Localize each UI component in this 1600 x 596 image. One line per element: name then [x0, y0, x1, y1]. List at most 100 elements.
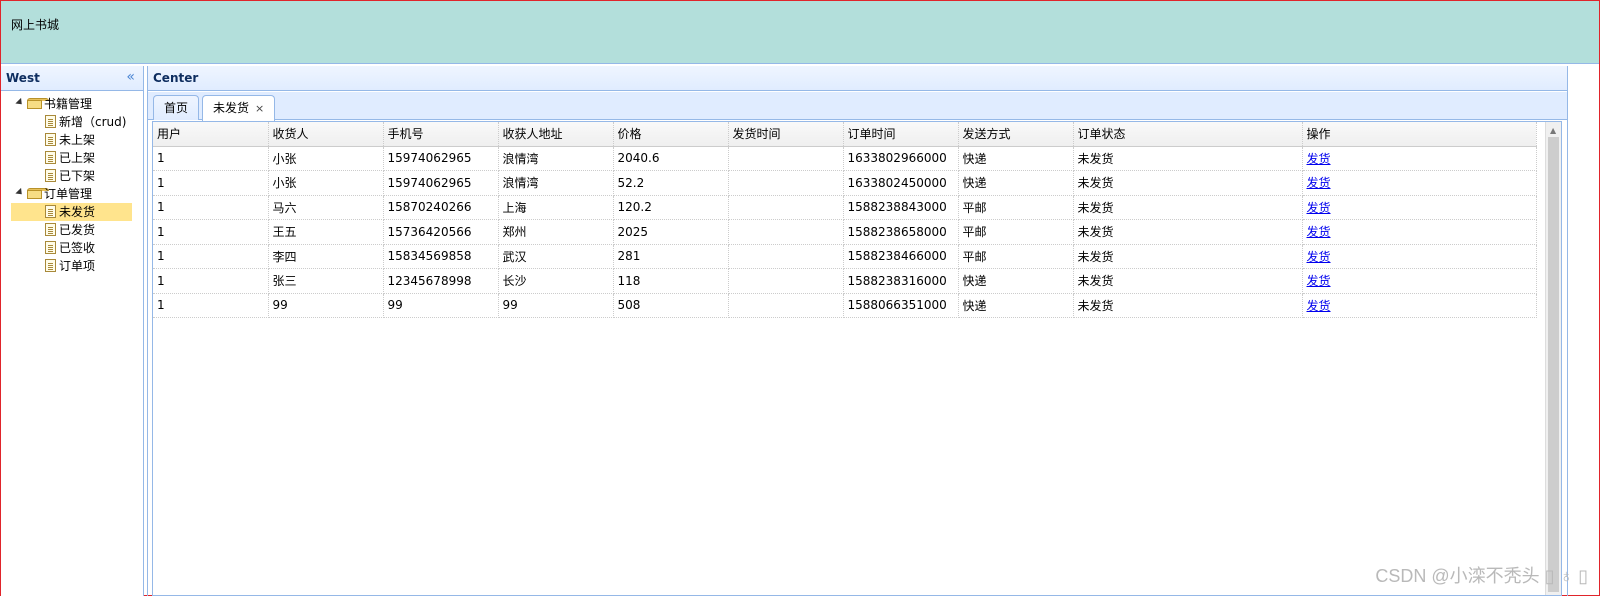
close-icon[interactable]: ×	[255, 102, 264, 115]
table-cell: 1	[153, 170, 269, 196]
table-row[interactable]: 1 99 99 99 508 1588066351000 快递 未发货 发货	[153, 293, 1537, 318]
tree-leaf-delisted[interactable]: 已下架	[1, 167, 143, 185]
column-header[interactable]: 订单时间	[843, 122, 959, 147]
table-cell: 快递	[958, 293, 1074, 318]
table-cell: 508	[613, 293, 729, 318]
table-cell: 未发货	[1073, 268, 1303, 294]
file-icon	[45, 223, 56, 236]
action-cell: 发货	[1302, 244, 1537, 269]
file-icon	[45, 241, 56, 254]
table-cell: 1588238843000	[843, 195, 959, 220]
expand-arrow-icon[interactable]	[15, 187, 25, 198]
table-row[interactable]: 1 小张 15974062965 浪情湾 2040.6 1633802966000 快递 未发…	[153, 146, 1537, 171]
table-cell: 平邮	[958, 195, 1074, 220]
table-cell: 99	[268, 293, 384, 318]
table-row[interactable]: 1 张三 12345678998 长沙 118 1588238316000 快递 未发货 发货	[153, 268, 1537, 294]
expand-arrow-icon[interactable]	[15, 97, 25, 108]
table-cell	[728, 293, 844, 318]
tree-leaf-label: 新增（crud)	[59, 115, 127, 129]
table-row[interactable]: 1 马六 15870240266 上海 120.2 1588238843000 平邮 未发货发…	[153, 195, 1537, 220]
action-cell: 发货	[1302, 219, 1537, 245]
tree-leaf-shipped[interactable]: 已发货	[1, 221, 143, 239]
tree-leaf-add-crud[interactable]: 新增（crud)	[1, 113, 143, 131]
scroll-up-icon[interactable]: ▲	[1550, 126, 1556, 135]
orders-table: 用户 收货人 手机号 收获人地址 价格 发货时间 订单时间 发送方式 订单状态 …	[153, 122, 1537, 318]
csdn-watermark: CSDN @小滦不秃头 ▯ ♁ ▯	[1375, 566, 1588, 586]
ship-link[interactable]: 发货	[1307, 299, 1331, 313]
column-header[interactable]: 发货时间	[728, 122, 844, 147]
table-cell: 15834569858	[383, 244, 499, 269]
ship-link[interactable]: 发货	[1307, 225, 1331, 239]
tree-leaf-unshipped[interactable]: 未发货	[11, 203, 132, 221]
tree-node-label: 订单管理	[44, 187, 93, 201]
nav-tree: 书籍管理 新增（crud) 未上架 已上架 已下架 订单管理 未发货 已发货 已…	[1, 91, 143, 275]
table-cell: 快递	[958, 268, 1074, 294]
ship-link[interactable]: 发货	[1307, 250, 1331, 264]
column-header[interactable]: 订单状态	[1073, 122, 1303, 147]
table-row[interactable]: 1 李四 15834569858 武汉 281 1588238466000 平邮 未发货 发货	[153, 244, 1537, 269]
folder-icon	[27, 98, 49, 109]
center-panel-header: Center	[148, 66, 1567, 91]
table-cell: 118	[613, 268, 729, 294]
table-cell: 15736420566	[383, 219, 499, 245]
column-header[interactable]: 收获人地址	[498, 122, 614, 147]
tab-home[interactable]: 首页	[153, 95, 200, 120]
table-cell: 快递	[958, 146, 1074, 171]
ship-link[interactable]: 发货	[1307, 201, 1331, 215]
table-cell: 1	[153, 293, 269, 318]
ship-link[interactable]: 发货	[1307, 274, 1331, 288]
tree-node-order-management[interactable]: 订单管理	[1, 185, 143, 203]
action-cell: 发货	[1302, 195, 1537, 220]
table-cell: 浪情湾	[498, 170, 614, 196]
west-panel-title: West	[6, 71, 40, 85]
table-cell	[728, 244, 844, 269]
tree-leaf-order-items[interactable]: 订单项	[1, 257, 143, 275]
tree-leaf-listed[interactable]: 已上架	[1, 149, 143, 167]
tree-node-book-management[interactable]: 书籍管理	[1, 95, 143, 113]
table-row[interactable]: 1 小张 15974062965 浪情湾 52.2 1633802450000 快递 未发货发…	[153, 170, 1537, 196]
table-cell: 快递	[958, 170, 1074, 196]
column-header[interactable]: 发送方式	[958, 122, 1074, 147]
file-icon	[45, 115, 56, 128]
table-cell: 2040.6	[613, 146, 729, 171]
tree-leaf-label: 已签收	[59, 241, 96, 255]
table-row[interactable]: 1 王五 15736420566 郑州 2025 1588238658000 平邮 未发货 发货	[153, 219, 1537, 245]
tree-leaf-label: 已上架	[59, 151, 96, 165]
column-header[interactable]: 手机号	[383, 122, 499, 147]
ship-link[interactable]: 发货	[1307, 176, 1331, 190]
table-cell: 张三	[268, 268, 384, 294]
table-cell: 1588238658000	[843, 219, 959, 245]
tree-leaf-label: 已发货	[59, 223, 96, 237]
tree-leaf-label: 已下架	[59, 169, 96, 183]
vertical-scrollbar[interactable]: ▲	[1545, 122, 1561, 595]
column-header[interactable]: 收货人	[268, 122, 384, 147]
west-panel: West « 书籍管理 新增（crud) 未上架 已上架 已下架 订单管理 未发…	[1, 66, 144, 596]
scrollbar-thumb[interactable]	[1548, 137, 1559, 592]
tree-leaf-signed[interactable]: 已签收	[1, 239, 143, 257]
table-cell	[728, 146, 844, 171]
ship-link[interactable]: 发货	[1307, 152, 1331, 166]
table-cell: 未发货	[1073, 146, 1303, 171]
table-cell: 281	[613, 244, 729, 269]
table-cell: 1	[153, 195, 269, 220]
table-cell: 1588238316000	[843, 268, 959, 294]
column-header[interactable]: 价格	[613, 122, 729, 147]
table-cell: 平邮	[958, 244, 1074, 269]
table-cell: 1	[153, 219, 269, 245]
table-cell: 李四	[268, 244, 384, 269]
collapse-icon[interactable]: «	[126, 69, 135, 85]
table-cell: 未发货	[1073, 195, 1303, 220]
column-header[interactable]: 操作	[1302, 122, 1537, 147]
tree-leaf-label: 订单项	[59, 259, 96, 273]
north-banner: 网上书城	[1, 1, 1599, 64]
table-cell: 小张	[268, 170, 384, 196]
table-cell: 99	[383, 293, 499, 318]
column-header[interactable]: 用户	[153, 122, 269, 147]
table-cell: 武汉	[498, 244, 614, 269]
file-icon	[45, 259, 56, 272]
table-cell: 马六	[268, 195, 384, 220]
tab-unshipped[interactable]: 未发货 ×	[202, 95, 276, 121]
folder-icon	[27, 188, 49, 199]
table-cell: 浪情湾	[498, 146, 614, 171]
tree-leaf-not-listed[interactable]: 未上架	[1, 131, 143, 149]
